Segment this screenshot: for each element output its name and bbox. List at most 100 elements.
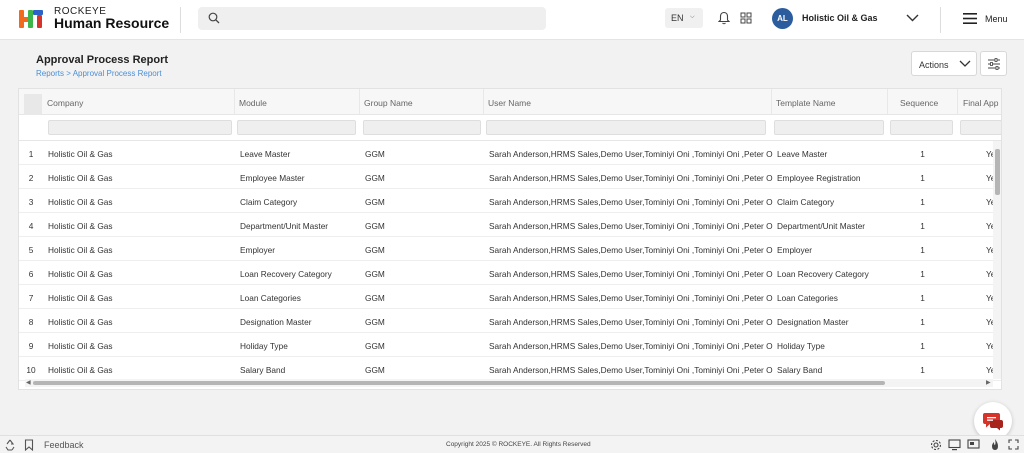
cell-group-name: GGM bbox=[365, 197, 385, 207]
final-approver-filter-input[interactable] bbox=[960, 120, 1001, 135]
cell-company: Holistic Oil & Gas bbox=[48, 173, 113, 183]
language-value: EN bbox=[671, 13, 684, 23]
row-number: 5 bbox=[28, 245, 34, 255]
sequence-filter-input[interactable] bbox=[890, 120, 953, 135]
cell-user-name: Sarah Anderson,HRMS Sales,Demo User,Tomi… bbox=[489, 149, 773, 159]
cell-company: Holistic Oil & Gas bbox=[48, 341, 113, 351]
bell-icon[interactable] bbox=[718, 11, 730, 25]
bookmark-icon[interactable] bbox=[24, 439, 34, 451]
column-header-sequence[interactable]: Sequence bbox=[900, 98, 938, 108]
cell-company: Holistic Oil & Gas bbox=[48, 197, 113, 207]
scroll-right-icon[interactable]: ▶ bbox=[986, 379, 991, 386]
scroll-left-icon[interactable]: ◀ bbox=[26, 379, 31, 386]
horizontal-scrollbar[interactable]: ◀ ▶ bbox=[25, 379, 993, 387]
cell-company: Holistic Oil & Gas bbox=[48, 293, 113, 303]
cell-user-name: Sarah Anderson,HRMS Sales,Demo User,Tomi… bbox=[489, 341, 773, 351]
actions-button[interactable]: Actions bbox=[911, 51, 977, 76]
chevron-down-icon[interactable] bbox=[906, 14, 919, 22]
module-filter-input[interactable] bbox=[237, 120, 356, 135]
table-row[interactable]: 3 Holistic Oil & Gas Claim Category GGM Sara… bbox=[19, 189, 1001, 213]
apps-grid-icon[interactable] bbox=[740, 12, 752, 24]
divider bbox=[180, 7, 181, 33]
divider bbox=[940, 7, 941, 33]
feedback-link[interactable]: Feedback bbox=[44, 440, 84, 450]
cell-user-name: Sarah Anderson,HRMS Sales,Demo User,Tomi… bbox=[489, 221, 773, 231]
cell-group-name: GGM bbox=[365, 293, 385, 303]
table-row[interactable]: 5 Holistic Oil & Gas Employer GGM Sarah Ande… bbox=[19, 237, 1001, 261]
actions-label: Actions bbox=[919, 60, 949, 70]
breadcrumb[interactable]: Reports > Approval Process Report bbox=[36, 69, 162, 78]
group-name-filter-input[interactable] bbox=[363, 120, 481, 135]
page-title: Approval Process Report bbox=[36, 54, 169, 66]
row-number: 1 bbox=[28, 149, 34, 159]
cell-group-name: GGM bbox=[365, 317, 385, 327]
column-header-group-name[interactable]: Group Name bbox=[364, 98, 413, 108]
table-row[interactable]: 10 Holistic Oil & Gas Salary Band GGM Sarah … bbox=[19, 357, 1001, 381]
cell-module: Holiday Type bbox=[240, 341, 288, 351]
search-input[interactable] bbox=[198, 7, 546, 30]
table-row[interactable]: 4 Holistic Oil & Gas Department/Unit Maste… bbox=[19, 213, 1001, 237]
flame-icon[interactable] bbox=[990, 438, 1000, 451]
cell-sequence: 1 bbox=[920, 245, 925, 255]
cell-module: Employee Master bbox=[240, 173, 305, 183]
search-icon bbox=[208, 12, 220, 24]
row-number: 9 bbox=[28, 341, 34, 351]
row-number: 7 bbox=[28, 293, 34, 303]
cell-module: Claim Category bbox=[240, 197, 298, 207]
recycle-icon[interactable] bbox=[4, 439, 16, 451]
template-name-filter-input[interactable] bbox=[774, 120, 884, 135]
cell-group-name: GGM bbox=[365, 245, 385, 255]
footer-bar: Feedback Copyright 2025 © ROCKEYE. All R… bbox=[0, 435, 1024, 453]
cell-company: Holistic Oil & Gas bbox=[48, 269, 113, 279]
menu-icon[interactable] bbox=[963, 13, 977, 24]
cell-sequence: 1 bbox=[920, 365, 925, 375]
cell-group-name: GGM bbox=[365, 269, 385, 279]
cell-company: Holistic Oil & Gas bbox=[48, 365, 113, 375]
cell-company: Holistic Oil & Gas bbox=[48, 221, 113, 231]
report-grid: Company Module Group Name User Name Temp… bbox=[18, 88, 1002, 390]
cell-module: Leave Master bbox=[240, 149, 291, 159]
column-header-final-approver[interactable]: Final App bbox=[963, 98, 998, 108]
cell-user-name: Sarah Anderson,HRMS Sales,Demo User,Tomi… bbox=[489, 269, 773, 279]
cell-module: Loan Categories bbox=[240, 293, 301, 303]
screen-share-icon[interactable] bbox=[967, 439, 980, 451]
avatar[interactable]: AL bbox=[772, 8, 793, 29]
row-number: 6 bbox=[28, 269, 34, 279]
table-row[interactable]: 1 Holistic Oil & Gas Leave Master GGM Sarah … bbox=[19, 141, 1001, 165]
table-row[interactable]: 9 Holistic Oil & Gas Holiday Type GGM Sarah … bbox=[19, 333, 1001, 357]
expand-icon[interactable] bbox=[1008, 439, 1019, 450]
column-header-template-name[interactable]: Template Name bbox=[776, 98, 836, 108]
cell-template-name: Holiday Type bbox=[777, 341, 825, 351]
filter-sliders-icon bbox=[988, 58, 1000, 70]
top-bar: ROCKEYE Human Resource EN ⌵ AL Holistic … bbox=[0, 0, 1024, 40]
cell-sequence: 1 bbox=[920, 341, 925, 351]
table-row[interactable]: 7 Holistic Oil & Gas Loan Categories GGM Sar… bbox=[19, 285, 1001, 309]
cell-user-name: Sarah Anderson,HRMS Sales,Demo User,Tomi… bbox=[489, 173, 773, 183]
column-header-module[interactable]: Module bbox=[239, 98, 267, 108]
cell-sequence: 1 bbox=[920, 173, 925, 183]
cell-user-name: Sarah Anderson,HRMS Sales,Demo User,Tomi… bbox=[489, 245, 773, 255]
cell-user-name: Sarah Anderson,HRMS Sales,Demo User,Tomi… bbox=[489, 365, 773, 375]
cell-template-name: Claim Category bbox=[777, 197, 835, 207]
column-header-user-name[interactable]: User Name bbox=[488, 98, 531, 108]
cell-group-name: GGM bbox=[365, 149, 385, 159]
cell-sequence: 1 bbox=[920, 149, 925, 159]
scroll-thumb[interactable] bbox=[995, 149, 1000, 195]
company-filter-input[interactable] bbox=[48, 120, 232, 135]
settings-icon[interactable] bbox=[930, 439, 942, 451]
table-row[interactable]: 8 Holistic Oil & Gas Designation Master GGM… bbox=[19, 309, 1001, 333]
user-name-filter-input[interactable] bbox=[486, 120, 766, 135]
table-row[interactable]: 2 Holistic Oil & Gas Employee Master GGM Sar… bbox=[19, 165, 1001, 189]
organization-name[interactable]: Holistic Oil & Gas bbox=[802, 13, 878, 23]
cell-group-name: GGM bbox=[365, 221, 385, 231]
vertical-scrollbar[interactable] bbox=[993, 141, 1001, 379]
cell-sequence: 1 bbox=[920, 221, 925, 231]
menu-button[interactable]: Menu bbox=[985, 14, 1008, 24]
scroll-thumb[interactable] bbox=[33, 381, 885, 385]
language-select[interactable]: EN ⌵ bbox=[665, 8, 703, 28]
filter-settings-button[interactable] bbox=[980, 51, 1007, 76]
monitor-icon[interactable] bbox=[948, 439, 961, 451]
column-header-company[interactable]: Company bbox=[47, 98, 83, 108]
table-row[interactable]: 6 Holistic Oil & Gas Loan Recovery Categor… bbox=[19, 261, 1001, 285]
rockeye-logo[interactable] bbox=[18, 8, 44, 30]
